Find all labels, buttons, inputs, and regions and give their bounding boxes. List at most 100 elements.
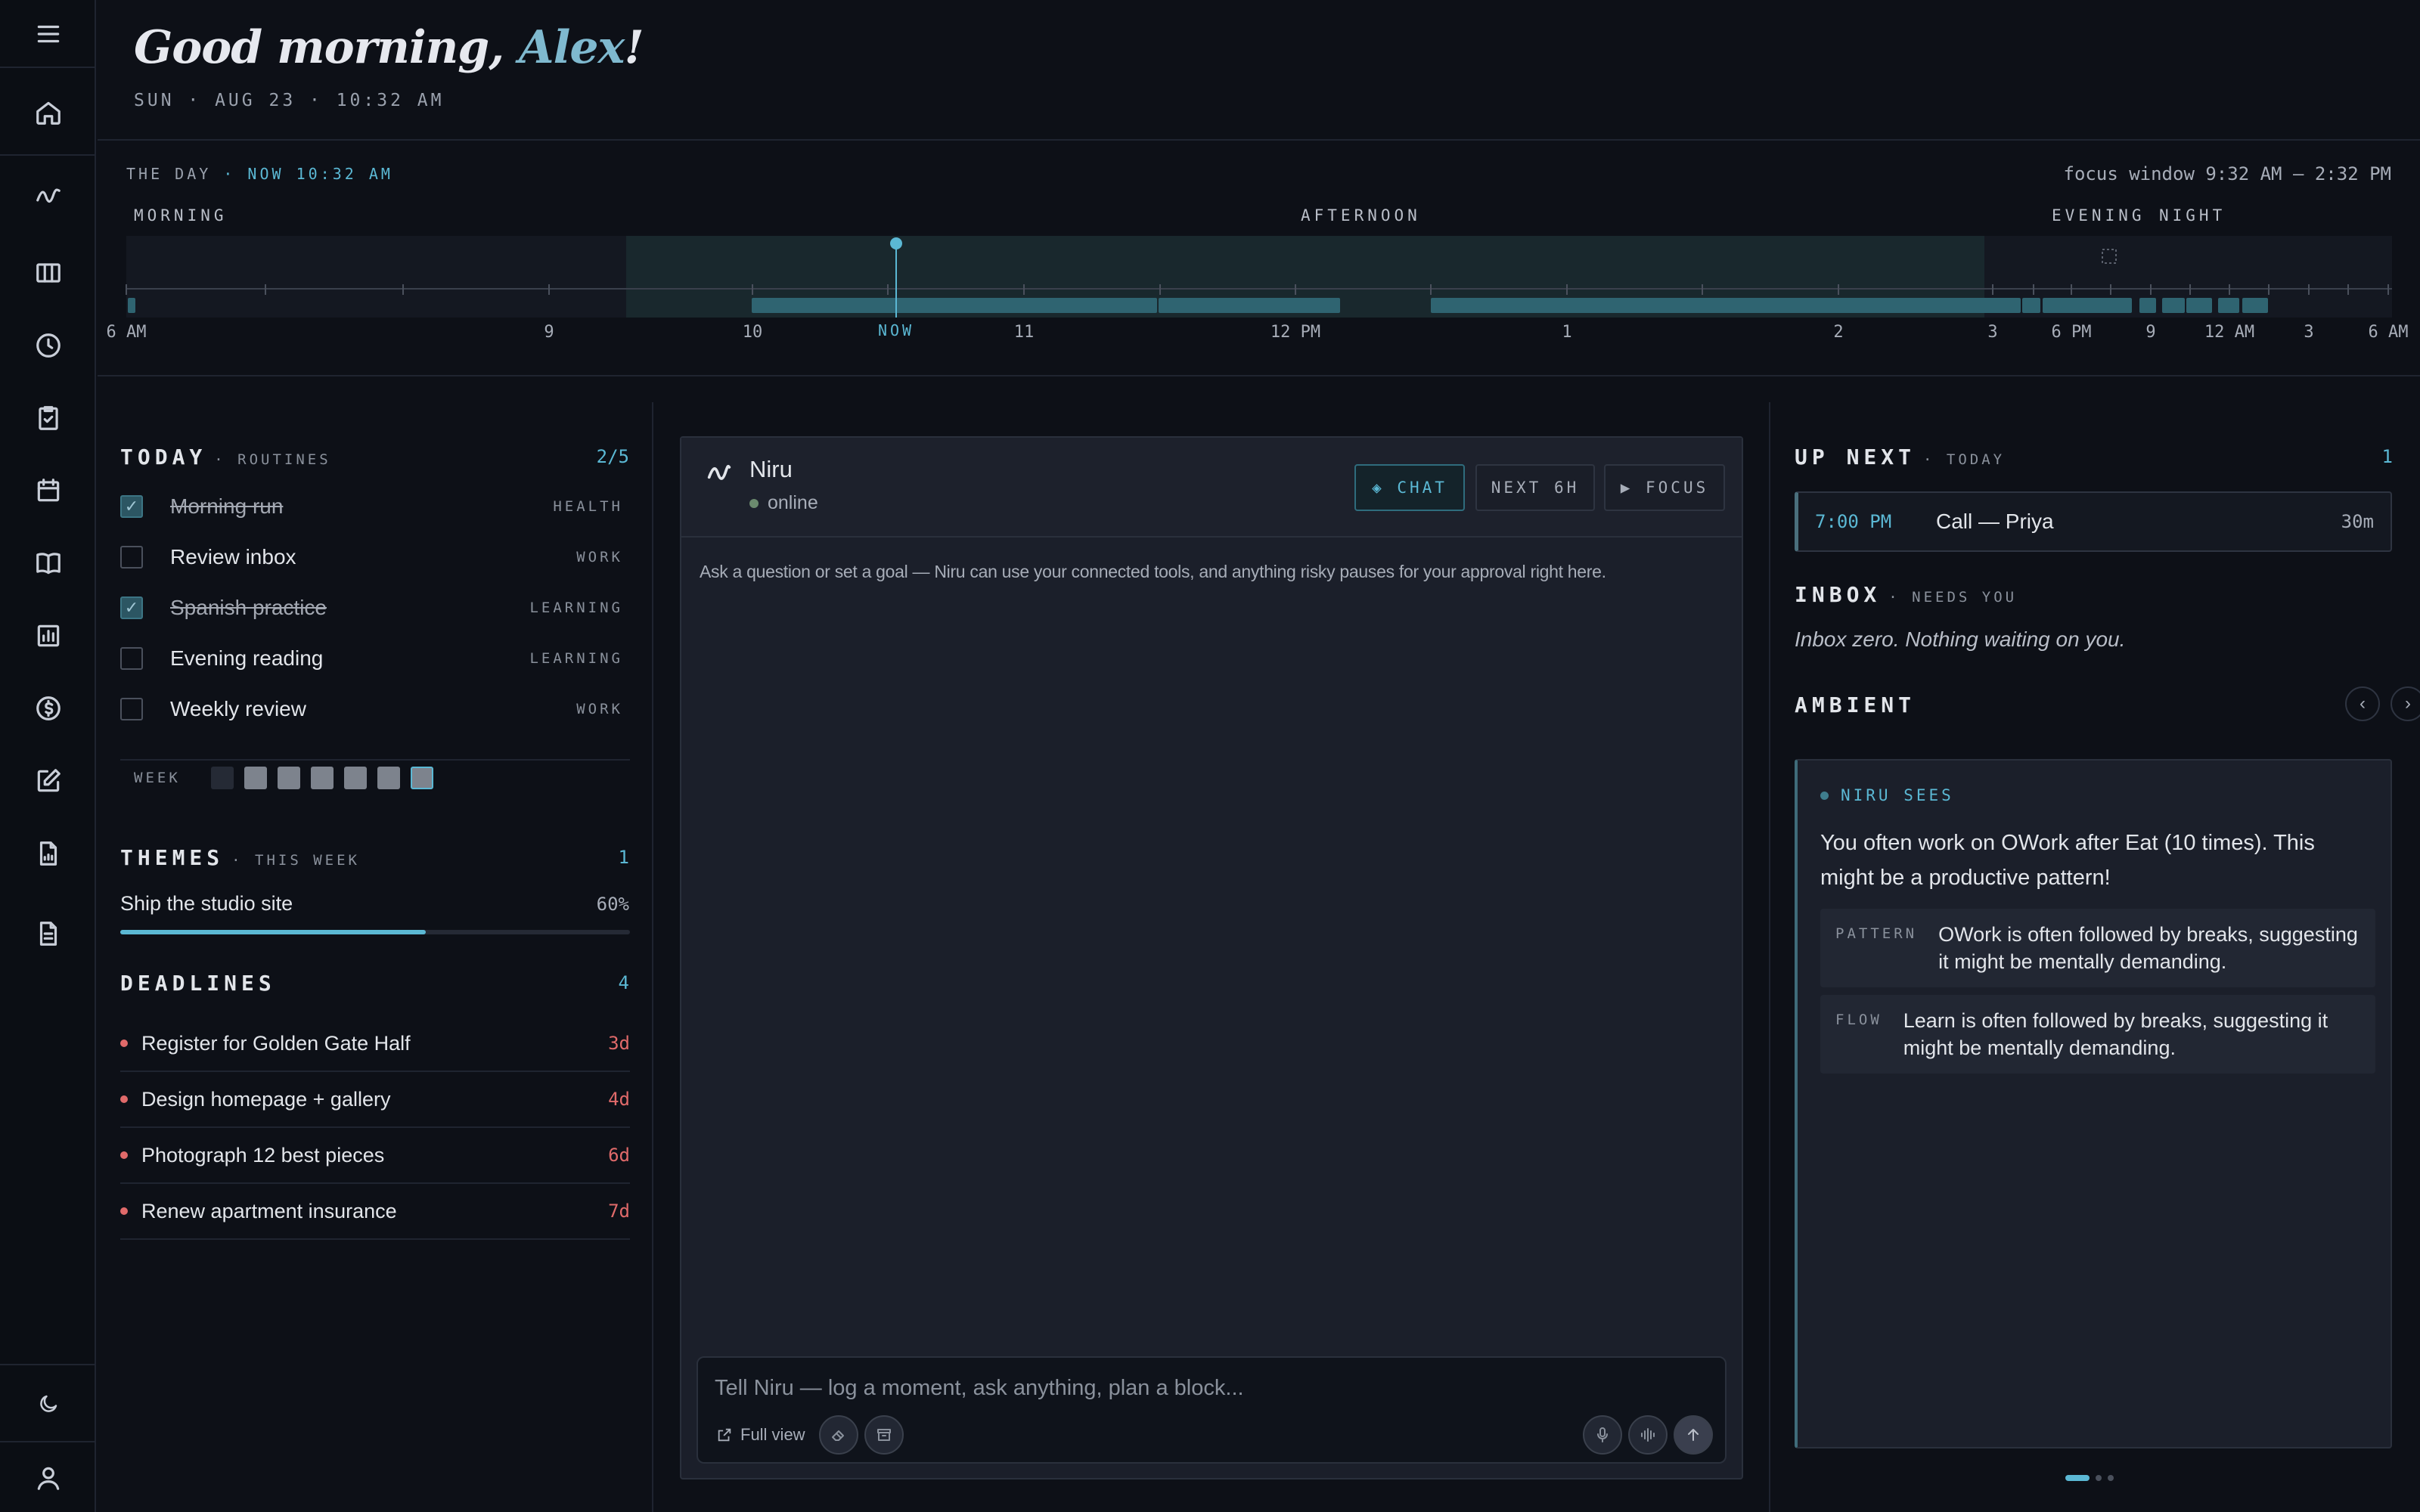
- sidebar-item-reports[interactable]: [0, 820, 96, 888]
- activity-block[interactable]: [2242, 298, 2268, 313]
- full-view-link[interactable]: Full view: [716, 1420, 805, 1450]
- deadline-item[interactable]: Photograph 12 best pieces 6d: [120, 1128, 630, 1184]
- mic-button[interactable]: [1583, 1415, 1622, 1455]
- sidebar-item-activity[interactable]: [0, 160, 96, 228]
- sidebar-item-board[interactable]: [0, 239, 96, 307]
- activity-block[interactable]: [1159, 298, 1340, 313]
- timeline-track[interactable]: NOW 6 AM 9 10 11 12 PM 1 2 3 6 PM 9 12 AM 3 6 AM: [98, 233, 2420, 376]
- week-day[interactable]: [277, 767, 300, 789]
- menu-button[interactable]: [0, 0, 96, 68]
- activity-block[interactable]: [752, 298, 1157, 313]
- tick-labels: 6 AM 9 10 11 12 PM 1 2 3 6 PM 9 12 AM 3 6 AM: [107, 323, 2409, 342]
- deadline-item[interactable]: Design homepage + gallery 4d: [120, 1072, 630, 1128]
- pager-dot[interactable]: [2108, 1475, 2114, 1481]
- tick-label: 12 PM: [1270, 323, 1320, 342]
- activity-block[interactable]: [2186, 298, 2212, 313]
- chat-input[interactable]: [715, 1371, 1698, 1405]
- header: Good morning, Alex! SUN · AUG 23 · 10:32…: [98, 0, 2420, 141]
- chat-status: online: [749, 492, 818, 514]
- routine-category: LEARNING: [529, 600, 623, 616]
- activity-block[interactable]: [2022, 298, 2040, 313]
- up-next-item[interactable]: 7:00 PM Call — Priya 30m: [1795, 491, 2392, 552]
- period-night: NIGHT: [2159, 206, 2226, 225]
- routine-item[interactable]: Review inbox WORK: [120, 534, 634, 580]
- themes-subtitle: · THIS WEEK: [231, 852, 360, 869]
- activity-block[interactable]: [2218, 298, 2239, 313]
- activity-block[interactable]: [1431, 298, 2021, 313]
- routine-checkbox[interactable]: [120, 495, 143, 518]
- waveform-icon: [1641, 1428, 1655, 1442]
- status-dot: [749, 498, 759, 508]
- week-day[interactable]: [343, 767, 367, 789]
- routine-checkbox[interactable]: [120, 647, 143, 670]
- routine-label: Evening reading: [170, 646, 324, 670]
- profile-button[interactable]: [0, 1444, 96, 1512]
- sidebar-item-tasks[interactable]: [0, 384, 96, 452]
- theme-toggle[interactable]: [0, 1370, 96, 1438]
- mode-next-6h-button[interactable]: NEXT 6H: [1475, 464, 1595, 511]
- routine-label: Weekly review: [170, 697, 306, 720]
- routine-item[interactable]: Spanish practice LEARNING: [120, 585, 634, 631]
- routine-item[interactable]: Morning run HEALTH: [120, 484, 634, 529]
- chat-panel: Niru online ◈ CHAT NEXT 6H ▶ FOCUS Ask a…: [680, 436, 1743, 1479]
- sidebar-item-time[interactable]: [0, 311, 96, 380]
- mode-chat-button[interactable]: ◈ CHAT: [1354, 464, 1465, 511]
- pager-dot-active[interactable]: [2065, 1475, 2090, 1481]
- sidebar-item-calendar[interactable]: [0, 457, 96, 525]
- send-button[interactable]: [1674, 1415, 1713, 1455]
- today-title-text: TODAY: [120, 445, 207, 469]
- tick-label: 9: [544, 323, 554, 342]
- pager-dot[interactable]: [2096, 1475, 2102, 1481]
- period-morning: MORNING: [134, 206, 228, 225]
- routine-checkbox[interactable]: [120, 698, 143, 720]
- week-day[interactable]: [210, 767, 234, 789]
- theme-percent: 60%: [596, 894, 629, 915]
- routine-item[interactable]: Evening reading LEARNING: [120, 636, 634, 681]
- routine-label: Morning run: [170, 494, 284, 518]
- period-afternoon: AFTERNOON: [1301, 206, 1421, 225]
- deadline-item[interactable]: Renew apartment insurance 7d: [120, 1184, 630, 1240]
- inbox-subtitle: · NEEDS YOU: [1888, 589, 2018, 606]
- ambient-tag-dot: [1820, 791, 1829, 800]
- week-day[interactable]: [310, 767, 334, 789]
- chat-intro: Ask a question or set a goal — Niru can …: [700, 562, 1606, 581]
- ambient-text: You often work on OWork after Eat (10 ti…: [1820, 831, 2315, 890]
- routine-checkbox[interactable]: [120, 596, 143, 619]
- routine-item[interactable]: Weekly review WORK: [120, 686, 634, 732]
- ambient-next-button[interactable]: ›: [2391, 686, 2420, 721]
- activity-block[interactable]: [2139, 298, 2156, 313]
- activity-block[interactable]: [2043, 298, 2132, 313]
- week-day[interactable]: [377, 767, 400, 789]
- sidebar-item-journal[interactable]: [0, 529, 96, 597]
- theme-name[interactable]: Ship the studio site: [120, 892, 293, 916]
- sidebar-item-analytics[interactable]: [0, 602, 96, 670]
- sidebar-item-finance[interactable]: [0, 674, 96, 742]
- status-text: online: [768, 492, 818, 513]
- ambient-tag-text: NIRU SEES: [1841, 786, 1954, 804]
- deadline-days: 7d: [608, 1201, 630, 1222]
- sidebar-item-home[interactable]: [0, 79, 96, 147]
- archive-button[interactable]: [864, 1415, 904, 1455]
- routine-category: WORK: [576, 549, 623, 565]
- activity-block[interactable]: [128, 298, 135, 313]
- week-day-today[interactable]: [410, 767, 433, 789]
- voice-button[interactable]: [1628, 1415, 1668, 1455]
- mode-focus-button[interactable]: ▶ FOCUS: [1604, 464, 1725, 511]
- greeting: Good morning, Alex!: [134, 21, 644, 74]
- deadline-label: Register for Golden Gate Half: [141, 1031, 411, 1055]
- sidebar-item-docs[interactable]: [0, 900, 96, 968]
- insight-kind: PATTERN: [1835, 925, 1918, 942]
- chevron-right-icon: ›: [2405, 693, 2411, 714]
- ambient-prev-button[interactable]: ‹: [2345, 686, 2380, 721]
- routine-checkbox[interactable]: [120, 546, 143, 569]
- book-icon: [36, 553, 60, 575]
- tick-label: 12 AM: [2204, 323, 2254, 342]
- clear-button[interactable]: [819, 1415, 858, 1455]
- deadline-item[interactable]: Register for Golden Gate Half 3d: [120, 1016, 630, 1072]
- sidebar-item-write[interactable]: [0, 747, 96, 815]
- up-next-title-label: Call — Priya: [1936, 510, 2054, 533]
- activity-block[interactable]: [2162, 298, 2185, 313]
- tick-label: 9: [2145, 323, 2155, 342]
- week-day[interactable]: [244, 767, 267, 789]
- tick-label: 3: [2304, 323, 2313, 342]
